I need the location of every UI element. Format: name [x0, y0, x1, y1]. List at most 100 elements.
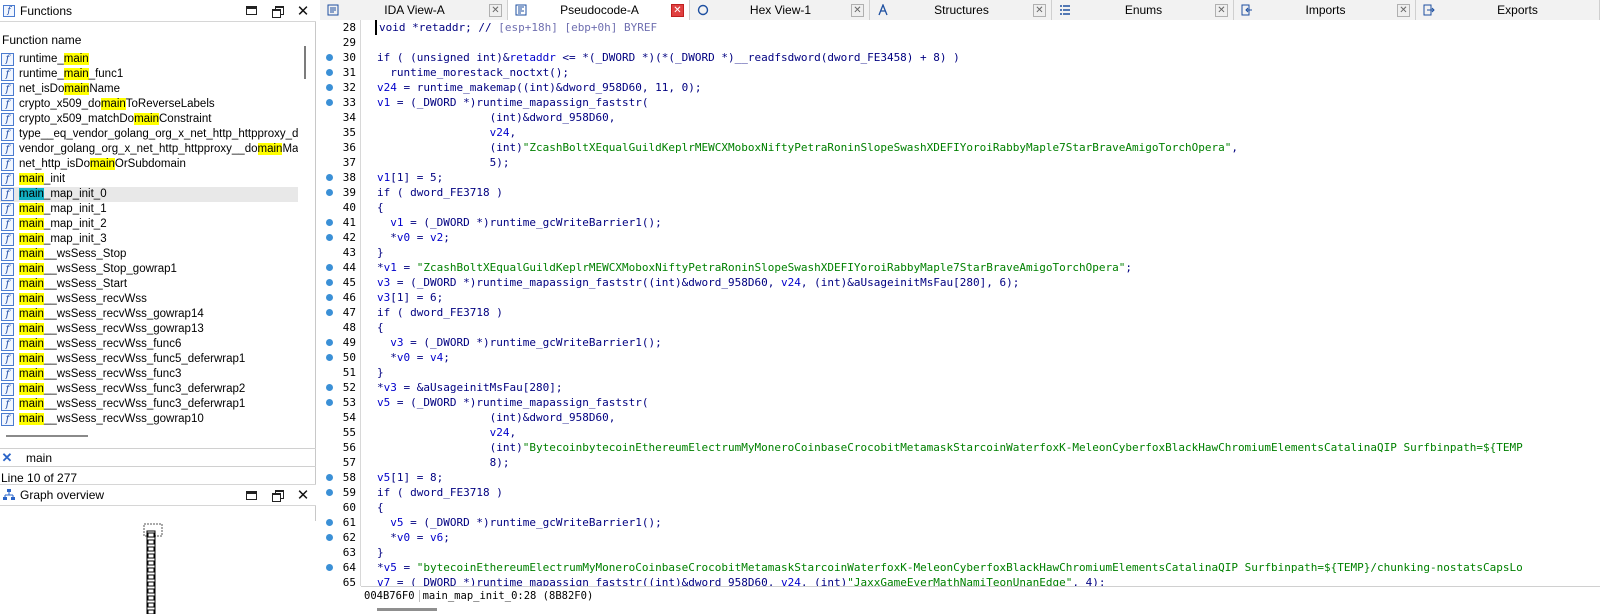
function-list-item[interactable]: f main__wsSess_Start	[0, 277, 298, 292]
graph-overview-canvas[interactable]	[0, 521, 316, 614]
tab-imports[interactable]: Imports ✕	[1234, 0, 1416, 20]
code-line[interactable]: 39 if ( dword_FE3718 )	[320, 185, 1600, 200]
tab-exports[interactable]: Exports	[1416, 0, 1600, 20]
function-list-item[interactable]: f main__wsSess_recvWss_func5_deferwrap1	[0, 352, 298, 367]
code-line[interactable]: 58 v5[1] = 8;	[320, 470, 1600, 485]
code-line[interactable]: 43}	[320, 245, 1600, 260]
code-line[interactable]: 29	[320, 35, 1600, 50]
function-list-item[interactable]: f main__wsSess_recvWss_func3_deferwrap1	[0, 397, 298, 412]
tab-close-button[interactable]: ✕	[671, 3, 684, 17]
code-line[interactable]: 46 v3[1] = 6;	[320, 290, 1600, 305]
function-list-item[interactable]: f main__wsSess_recvWss_func3_deferwrap2	[0, 382, 298, 397]
function-list-item[interactable]: f main__wsSess_Stop_gowrap1	[0, 262, 298, 277]
code-line[interactable]: 65 v7 = (_DWORD *)runtime_mapassign_fasts…	[320, 575, 1600, 586]
code-line[interactable]: 32 v24 = runtime_makemap((int)&dword_958D…	[320, 80, 1600, 95]
functions-restore-button[interactable]	[264, 0, 290, 22]
tab-close-button[interactable]: ✕	[1033, 3, 1046, 17]
scroll-thumb[interactable]	[304, 46, 306, 79]
code-line[interactable]: 55 v24,	[320, 425, 1600, 440]
function-list-item[interactable]: f vendor_golang_org_x_net_http_httpproxy_…	[0, 142, 298, 157]
tab-pseudocode-a[interactable]: Pseudocode-A ✕	[508, 0, 690, 20]
code-line[interactable]: 31 runtime_morestack_noctxt();	[320, 65, 1600, 80]
graph-minimize-button[interactable]	[238, 484, 264, 506]
code-line[interactable]: 28 void *retaddr; // [esp+18h] [ebp+0h] B…	[320, 20, 1600, 35]
function-icon: f	[1, 263, 14, 276]
graph-close-button[interactable]: ✕	[290, 484, 316, 506]
code-lines[interactable]: 28 void *retaddr; // [esp+18h] [ebp+0h] B…	[320, 20, 1600, 586]
function-name-suffix: __wsSess_Start	[43, 278, 128, 290]
scroll-thumb[interactable]	[377, 608, 437, 611]
function-list-item[interactable]: f main__wsSess_recvWss	[0, 292, 298, 307]
filter-input[interactable]	[26, 450, 306, 465]
code-line[interactable]: 36 (int)"ZcashBoltXEqualGuildKeplrMEWCXM…	[320, 140, 1600, 155]
function-list-item[interactable]: f main_init	[0, 172, 298, 187]
functions-list[interactable]: f runtime_main f runtime_main_func1 f net_isD…	[0, 52, 298, 428]
function-list-item[interactable]: f net_isDomainName	[0, 82, 298, 97]
tab-close-button[interactable]: ✕	[1215, 3, 1228, 17]
code-line[interactable]: 52 *v3 = &aUsageinitMsFau[280];	[320, 380, 1600, 395]
code-line[interactable]: 41 v1 = (_DWORD *)runtime_gcWriteBarrier…	[320, 215, 1600, 230]
function-list-item[interactable]: f main_map_init_2	[0, 217, 298, 232]
tab-ida-view-a[interactable]: IDA View-A ✕	[320, 0, 508, 20]
code-line[interactable]: 60 {	[320, 500, 1600, 515]
code-line[interactable]: 51}	[320, 365, 1600, 380]
function-list-item[interactable]: f main__wsSess_recvWss_gowrap14	[0, 307, 298, 322]
code-line[interactable]: 34 (int)&dword_958D60,	[320, 110, 1600, 125]
tab-hex-view-1[interactable]: Hex View-1 ✕	[690, 0, 870, 20]
code-line[interactable]: 63}	[320, 545, 1600, 560]
function-list-item[interactable]: f main_map_init_1	[0, 202, 298, 217]
code-line[interactable]: 59 if ( dword_FE3718 )	[320, 485, 1600, 500]
tab-close-button[interactable]: ✕	[489, 3, 502, 17]
function-list-item[interactable]: f type__eq_vendor_golang_org_x_net_http_h…	[0, 127, 298, 142]
code-line[interactable]: 56 (int)"BytecoinbytecoinEthereumElectru…	[320, 440, 1600, 455]
scroll-thumb[interactable]	[6, 435, 88, 437]
code-line[interactable]: 33 v1 = (_DWORD *)runtime_mapassign_fasts…	[320, 95, 1600, 110]
functions-horizontal-scrollbar[interactable]	[0, 434, 310, 438]
code-line[interactable]: 62 *v0 = v6;	[320, 530, 1600, 545]
function-list-item[interactable]: f runtime_main	[0, 52, 298, 67]
exports-icon	[1422, 3, 1436, 17]
tab-close-button[interactable]: ✕	[1397, 3, 1410, 17]
function-name-column-header[interactable]: Function name	[0, 31, 310, 49]
pseudocode-horizontal-scrollbar[interactable]	[361, 604, 1600, 614]
code-line[interactable]: 47 if ( dword_FE3718 )	[320, 305, 1600, 320]
code-line[interactable]: 57 8);	[320, 455, 1600, 470]
code-line[interactable]: 38 v1[1] = 5;	[320, 170, 1600, 185]
tab-enums[interactable]: Enums ✕	[1052, 0, 1234, 20]
function-list-item[interactable]: f main__wsSess_Stop	[0, 247, 298, 262]
function-list-item[interactable]: f main_map_init_0	[0, 187, 298, 202]
function-list-item[interactable]: f main__wsSess_recvWss_gowrap13	[0, 322, 298, 337]
code-token: (int)&dword_958D60,	[377, 111, 616, 124]
function-list-item[interactable]: f main__wsSess_recvWss_func6	[0, 337, 298, 352]
code-line[interactable]: 35 v24,	[320, 125, 1600, 140]
functions-minimize-button[interactable]	[238, 0, 264, 22]
functions-vertical-scrollbar[interactable]	[301, 46, 309, 430]
code-line[interactable]: 44 *v1 = "ZcashBoltXEqualGuildKeplrMEWCXM…	[320, 260, 1600, 275]
clear-filter-icon[interactable]: ✕	[0, 450, 14, 466]
function-list-item[interactable]: f main_map_init_3	[0, 232, 298, 247]
code-line[interactable]: 50 *v0 = v4;	[320, 350, 1600, 365]
code-line[interactable]: 30 if ( (unsigned int)&retaddr <= *(_DWOR…	[320, 50, 1600, 65]
functions-close-button[interactable]: ✕	[290, 0, 316, 22]
code-line[interactable]: 37 5);	[320, 155, 1600, 170]
tab-structures[interactable]: Structures ✕	[870, 0, 1052, 20]
pseudocode-view[interactable]: 28 void *retaddr; // [esp+18h] [ebp+0h] B…	[320, 20, 1600, 586]
function-list-item[interactable]: f runtime_main_func1	[0, 67, 298, 82]
code-line[interactable]: 61 v5 = (_DWORD *)runtime_gcWriteBarrier…	[320, 515, 1600, 530]
graph-restore-button[interactable]	[264, 484, 290, 506]
code-line[interactable]: 40 {	[320, 200, 1600, 215]
function-list-item[interactable]: f main__wsSess_recvWss_func3	[0, 367, 298, 382]
function-list-item[interactable]: f crypto_x509_domainToReverseLabels	[0, 97, 298, 112]
function-list-item[interactable]: f main__wsSess_recvWss_gowrap10	[0, 412, 298, 427]
function-list-item[interactable]: f net_http_isDomainOrSubdomain	[0, 157, 298, 172]
function-name-prefix: net_http_isDo	[19, 158, 90, 170]
code-line[interactable]: 49 v3 = (_DWORD *)runtime_gcWriteBarrier…	[320, 335, 1600, 350]
code-line[interactable]: 48 {	[320, 320, 1600, 335]
code-line[interactable]: 45 v3 = (_DWORD *)runtime_mapassign_fasts…	[320, 275, 1600, 290]
code-line[interactable]: 64 *v5 = "bytecoinEthereumElectrumMyMoner…	[320, 560, 1600, 575]
code-line[interactable]: 53 v5 = (_DWORD *)runtime_mapassign_fasts…	[320, 395, 1600, 410]
tab-close-button[interactable]: ✕	[851, 3, 864, 17]
function-list-item[interactable]: f crypto_x509_matchDomainConstraint	[0, 112, 298, 127]
code-line[interactable]: 42 *v0 = v2;	[320, 230, 1600, 245]
code-line[interactable]: 54 (int)&dword_958D60,	[320, 410, 1600, 425]
